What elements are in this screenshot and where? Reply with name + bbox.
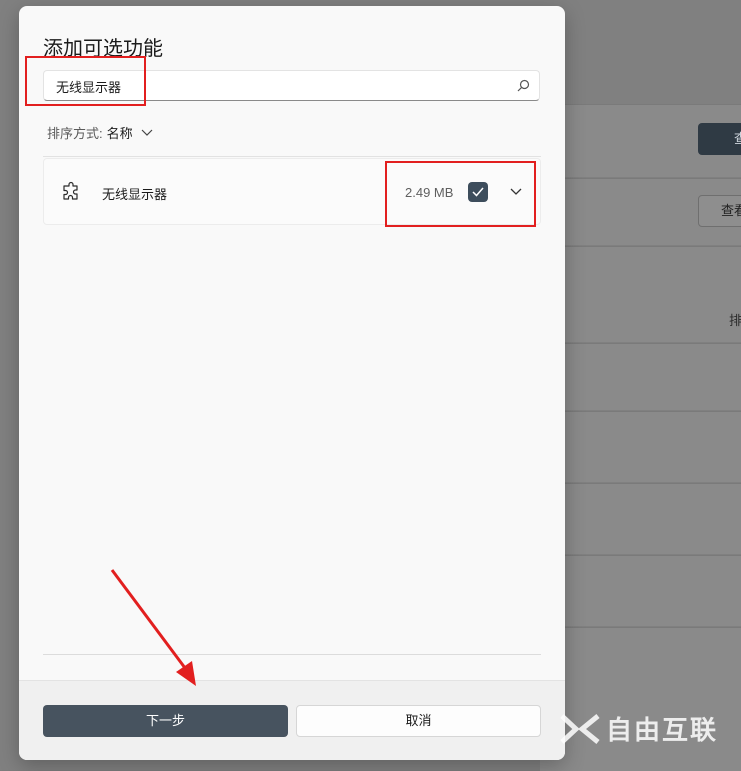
- annotation-highlight-feature: [385, 161, 536, 227]
- background-panel: [540, 411, 741, 482]
- sort-dropdown[interactable]: 排序方式: 名称: [47, 123, 153, 142]
- background-panel: [540, 343, 741, 410]
- background-panel: [540, 483, 741, 554]
- sort-value: 名称: [106, 126, 133, 141]
- watermark-logo-icon: [560, 713, 600, 744]
- annotation-highlight-search: [25, 56, 146, 106]
- background-view-features-button: 查看: [698, 195, 741, 227]
- sort-label: 排序方式:: [47, 126, 103, 141]
- background-sort-label: 排: [729, 313, 741, 328]
- watermark: 自由互联: [560, 710, 718, 747]
- divider: [43, 156, 541, 157]
- chevron-down-icon: [141, 129, 153, 136]
- feature-name: 无线显示器: [102, 187, 168, 202]
- cancel-button[interactable]: 取消: [296, 705, 541, 737]
- puzzle-piece-icon: [63, 181, 78, 200]
- background-view-button: 查: [698, 123, 741, 155]
- background-panel: [540, 246, 741, 342]
- next-button[interactable]: 下一步: [43, 705, 288, 737]
- annotation-arrow: [110, 569, 196, 686]
- background-panel: [540, 555, 741, 626]
- background-panel: [540, 627, 741, 771]
- search-icon[interactable]: [517, 79, 530, 92]
- watermark-text: 自由互联: [606, 715, 719, 745]
